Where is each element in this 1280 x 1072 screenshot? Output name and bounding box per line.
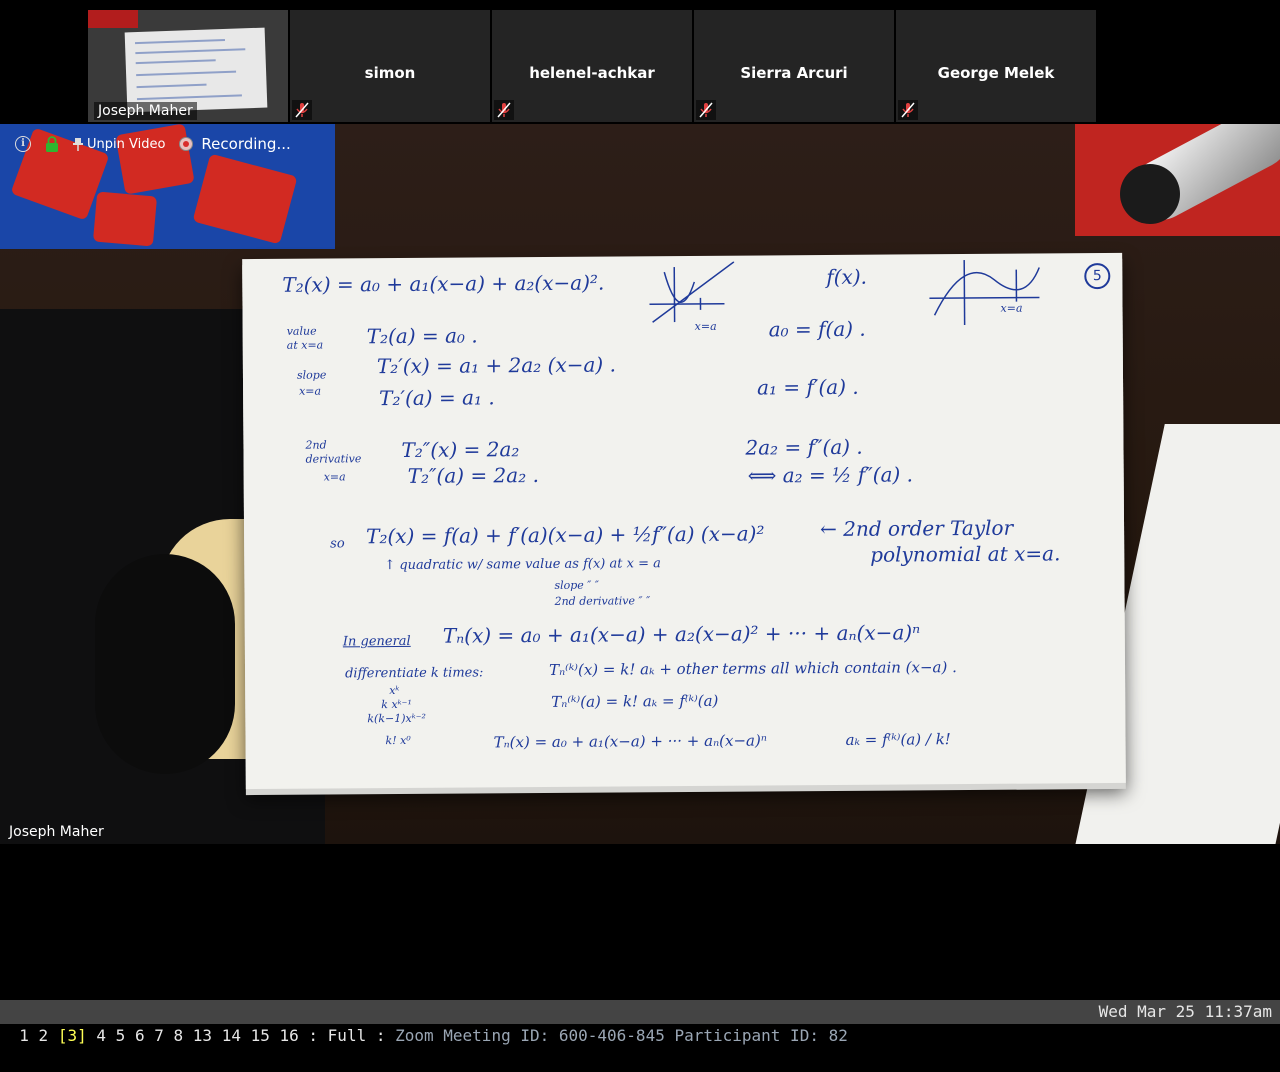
margin-label: derivative (306, 452, 362, 465)
eq-line: T₂″(x) = 2a₂ (401, 437, 519, 462)
eq-line: a₀ = f(a) . (769, 317, 866, 342)
sketch-label: x=a (1000, 302, 1022, 315)
workspace-item[interactable]: 14 (222, 1026, 241, 1045)
security-button[interactable] (45, 136, 59, 152)
workspace-item[interactable]: 4 (96, 1026, 106, 1045)
eq-line: Tₙ(x) = a₀ + a₁(x−a) + a₂(x−a)² + ··· + … (443, 620, 921, 647)
sketch-label: x=a (695, 320, 717, 333)
eq-line: Tₙ⁽ᵏ⁾(x) = k! aₖ + other terms all which… (549, 658, 957, 679)
video-thumbnail-book (88, 10, 138, 28)
margin-label: slope (297, 368, 326, 381)
participant-name: Joseph Maher (94, 102, 197, 120)
workspace-list: 1 2 [3] 4 5 6 7 8 13 14 15 16 (19, 1026, 299, 1045)
workspace-item[interactable]: 13 (193, 1026, 212, 1045)
active-speaker-name: Joseph Maher (9, 824, 104, 840)
workspace-item[interactable]: 1 (19, 1026, 29, 1045)
workspace-item[interactable]: 16 (280, 1026, 299, 1045)
participant-tile-self[interactable]: Joseph Maher (88, 10, 288, 122)
workspace-item[interactable]: 8 (174, 1026, 184, 1045)
lock-icon (45, 136, 59, 152)
margin-note: k(k−1)xᵏ⁻² (367, 712, 426, 725)
taylor-eq-1: T₂(x) = a₀ + a₁(x−a) + a₂(x−a)². (282, 271, 604, 297)
taylor-eq-2: T₂(x) = f(a) + f′(a)(x−a) + ½f″(a) (x−a)… (366, 521, 765, 548)
workspace-item[interactable]: 7 (154, 1026, 164, 1045)
eq-line: Tₙ(x) = a₀ + a₁(x−a) + ··· + aₙ(x−a)ⁿ (493, 731, 766, 751)
participant-name: helenel-achkar (492, 64, 692, 82)
note-line: 2nd derivative ″ ″ (555, 594, 651, 608)
workspace-item[interactable]: 6 (135, 1026, 145, 1045)
record-icon (179, 137, 193, 151)
workspace-item[interactable]: 15 (251, 1026, 270, 1045)
eq-line: aₖ = f⁽ᵏ⁾(a) / k! (845, 730, 950, 749)
margin-note: xᵏ (389, 684, 399, 697)
fx-label: f(x). (826, 265, 867, 289)
margin-note: k xᵏ⁻¹ (381, 698, 412, 711)
muted-mic-icon (696, 100, 716, 120)
recording-label: Recording... (201, 135, 290, 153)
video-thumbnail-paper (125, 28, 268, 113)
note-line: differentiate k times: (345, 665, 483, 681)
eq-line: T₂″(a) = 2a₂ . (408, 463, 539, 488)
participant-name: Sierra Arcuri (694, 64, 894, 82)
page-number: 5 (1084, 263, 1110, 289)
window-title: Zoom Meeting ID: 600-406-845 Participant… (395, 1026, 848, 1045)
participant-tile[interactable]: Sierra Arcuri (694, 10, 894, 122)
eq-line: T₂(a) = a₀ . (367, 323, 478, 348)
participant-name: simon (290, 64, 490, 82)
eq-line: T₂′(a) = a₁ . (379, 385, 495, 410)
participant-tile[interactable]: helenel-achkar (492, 10, 692, 122)
taylor-note: polynomial at x=a. (870, 541, 1060, 566)
margin-note: k! x⁰ (385, 734, 410, 747)
recording-indicator[interactable]: Recording... (179, 135, 290, 153)
eq-line: T₂′(x) = a₁ + 2a₂ (x−a) . (377, 352, 616, 378)
participant-strip: Joseph Maher simon helenel-achkar Sierra… (0, 0, 1280, 124)
note-line: ↑ quadratic w/ same value as f(x) at x =… (384, 556, 661, 573)
participant-tile[interactable]: George Melek (896, 10, 1096, 122)
margin-label: value (287, 325, 317, 338)
workspace-item[interactable]: 5 (116, 1026, 126, 1045)
participant-tile[interactable]: simon (290, 10, 490, 122)
info-button[interactable]: i (0, 136, 31, 152)
layout-indicator: : Full : (308, 1026, 385, 1045)
margin-label: 2nd (305, 438, 326, 451)
whiteboard-paper: 5 T₂(x) = a₀ + a₁(x−a) + a₂(x−a)². f(x).… (242, 253, 1126, 789)
parabola-sketch (644, 262, 734, 333)
margin-label: so (330, 536, 345, 551)
margin-label: x=a (324, 470, 346, 483)
unpin-video-label: Unpin Video (87, 137, 165, 152)
background-book-right (1075, 124, 1280, 236)
window-manager-statusbar: 1 2 [3] 4 5 6 7 8 13 14 15 16 : Full : Z… (0, 1000, 1280, 1024)
muted-mic-icon (292, 100, 312, 120)
section-label: In general (343, 634, 411, 649)
eq-line: ⟺ a₂ = ½ f″(a) . (748, 462, 913, 487)
workspace-item-active[interactable]: [3] (58, 1026, 87, 1045)
info-icon: i (15, 136, 31, 152)
mouse (95, 554, 235, 774)
margin-label: at x=a (287, 339, 324, 352)
muted-mic-icon (494, 100, 514, 120)
eq-line: Tₙ⁽ᵏ⁾(a) = k! aₖ = f⁽ᵏ⁾(a) (551, 692, 718, 711)
main-video[interactable]: 5 T₂(x) = a₀ + a₁(x−a) + a₂(x−a)². f(x).… (0, 124, 1280, 844)
unpin-video-button[interactable]: Unpin Video (73, 137, 165, 152)
function-sketch (924, 259, 1044, 330)
note-line: slope ″ ″ (554, 579, 599, 592)
participant-name: George Melek (896, 64, 1096, 82)
video-toolbar: i Unpin Video Recording... (0, 132, 305, 156)
taylor-note: ← 2nd order Taylor (820, 516, 1013, 541)
eq-line: 2a₂ = f″(a) . (745, 435, 862, 460)
eq-line: a₁ = f′(a) . (757, 375, 859, 400)
margin-label: x=a (299, 385, 321, 398)
clock: Wed Mar 25 11:37am (1099, 1000, 1272, 1024)
workspace-item[interactable]: 2 (39, 1026, 49, 1045)
pin-icon (73, 137, 83, 151)
muted-mic-icon (898, 100, 918, 120)
